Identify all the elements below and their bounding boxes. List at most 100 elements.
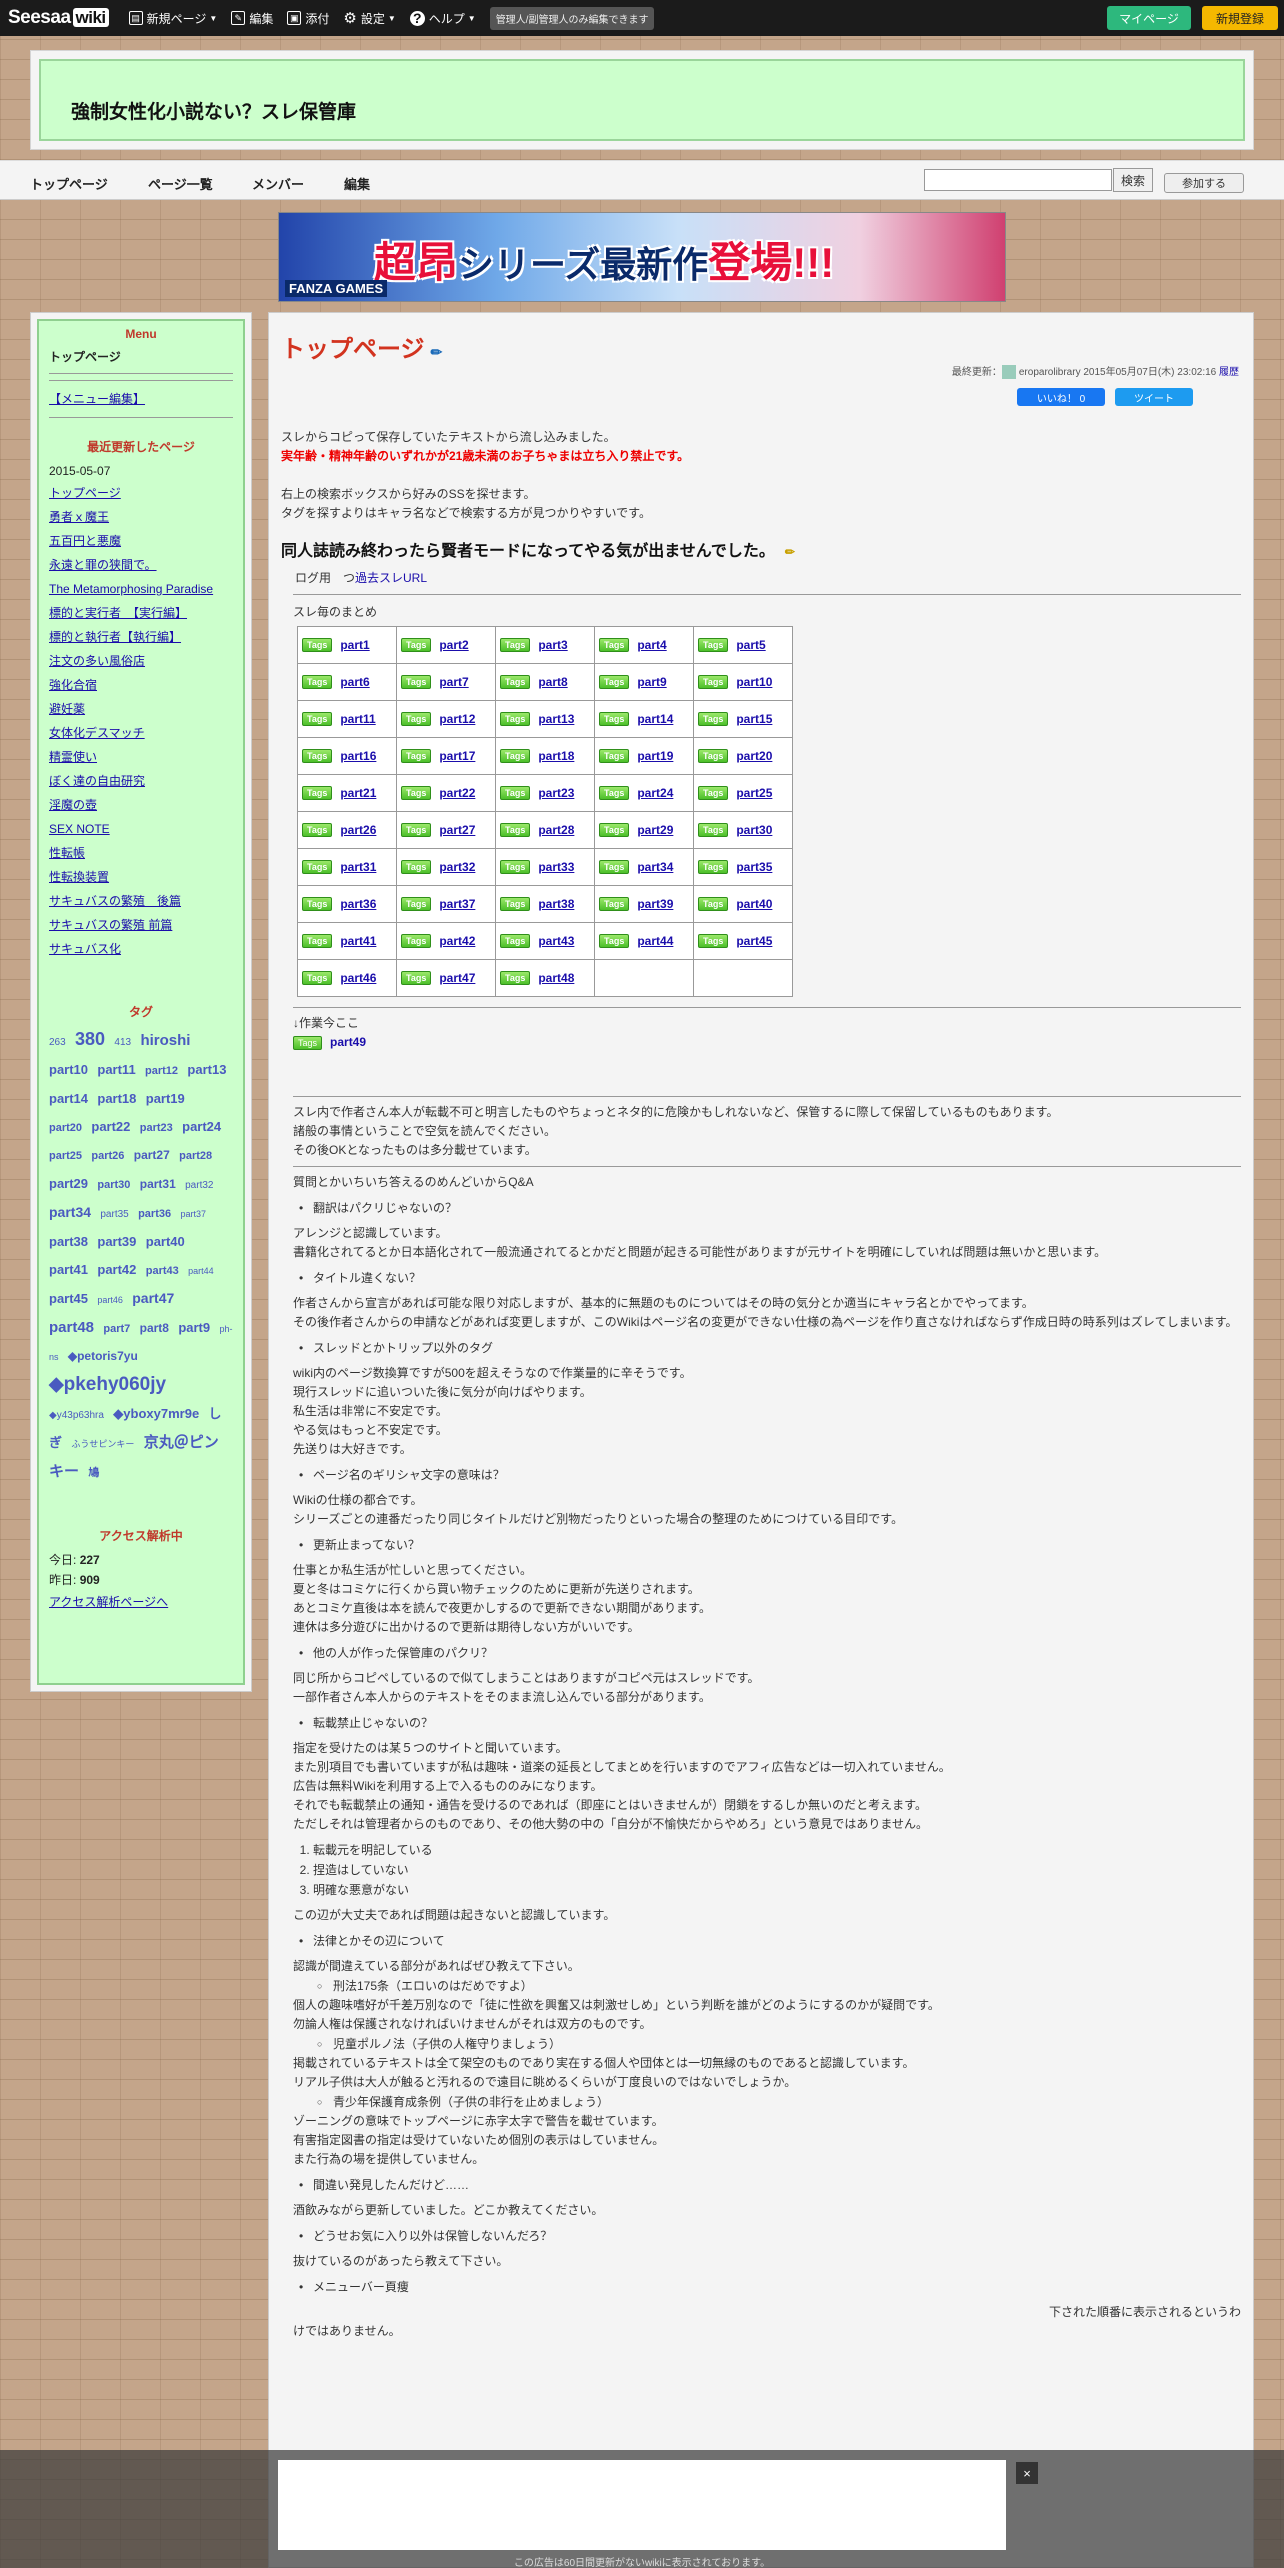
seesaa-wiki-logo[interactable]: Seesaa wiki [8,7,109,29]
recent-page-link[interactable]: 避妊薬 [49,697,233,721]
recent-page-link[interactable]: 標的と実行者 【実行編】 [49,601,233,625]
tags-button[interactable]: Tags [698,712,729,727]
tag-link[interactable]: part9 [178,1320,210,1335]
tags-button[interactable]: Tags [401,860,432,875]
recent-page-link[interactable]: 淫魔の壺 [49,793,233,817]
part-link[interactable]: part26 [340,823,376,837]
part-link[interactable]: part9 [637,675,666,689]
recent-page-link[interactable]: 性転換装置 [49,865,233,889]
part-link[interactable]: part3 [538,638,567,652]
tags-button[interactable]: Tags [293,1035,323,1050]
part-link[interactable]: part13 [538,712,574,726]
tags-button[interactable]: Tags [302,860,333,875]
tags-button[interactable]: Tags [500,823,531,838]
mypage-button[interactable]: マイページ [1107,6,1191,30]
tags-button[interactable]: Tags [698,786,729,801]
menu-top-page[interactable]: トップページ [49,347,233,367]
edit-pencil-icon[interactable]: ✏ [785,545,795,559]
tags-button[interactable]: Tags [401,934,432,949]
part-link[interactable]: part23 [538,786,574,800]
part-link[interactable]: part1 [340,638,369,652]
tag-link[interactable]: part36 [138,1208,171,1220]
edit-pencil-icon[interactable]: ✏ [431,344,443,360]
access-analysis-link[interactable]: アクセス解析ページへ [49,1590,233,1614]
part-link[interactable]: part10 [736,675,772,689]
part-link[interactable]: part45 [736,934,772,948]
tag-link[interactable]: 413 [114,1037,131,1048]
tags-button[interactable]: Tags [599,712,630,727]
recent-page-link[interactable]: The Metamorphosing Paradise [49,577,233,601]
tag-link[interactable]: part26 [91,1150,124,1162]
recent-page-link[interactable]: 女体化デスマッチ [49,721,233,745]
recent-page-link[interactable]: 注文の多い風俗店 [49,649,233,673]
tags-button[interactable]: Tags [302,971,333,986]
tags-button[interactable]: Tags [599,638,630,653]
tag-link[interactable]: ◆yboxy7mr9e [113,1406,199,1421]
part-link[interactable]: part33 [538,860,574,874]
tag-link[interactable]: part34 [49,1204,91,1220]
part-link[interactable]: part44 [637,934,673,948]
tweet-button[interactable]: ツイート [1115,388,1193,406]
recent-page-link[interactable]: 勇者ｘ魔王 [49,505,233,529]
nav-members[interactable]: メンバー [252,174,304,193]
tags-button[interactable]: Tags [401,675,432,690]
tag-link[interactable]: hiroshi [140,1032,190,1049]
tag-link[interactable]: part46 [97,1295,123,1305]
part-link[interactable]: part47 [439,971,475,985]
tags-button[interactable]: Tags [302,638,333,653]
tags-button[interactable]: Tags [500,971,531,986]
part-link[interactable]: part38 [538,897,574,911]
part-link[interactable]: part24 [637,786,673,800]
part-link[interactable]: part46 [340,971,376,985]
part-link[interactable]: part14 [637,712,673,726]
tag-link[interactable]: part43 [146,1265,179,1277]
part-link[interactable]: part19 [637,749,673,763]
tags-button[interactable]: Tags [302,675,333,690]
site-title[interactable]: 強制女性化小説ない？スレ保管庫 [71,97,356,124]
part-link[interactable]: part40 [736,897,772,911]
recent-page-link[interactable]: 標的と執行者【執行編】 [49,625,233,649]
part-link[interactable]: part25 [736,786,772,800]
join-button[interactable]: 参加する [1164,173,1244,193]
part-link[interactable]: part31 [340,860,376,874]
part-link[interactable]: part20 [736,749,772,763]
part-link[interactable]: part41 [340,934,376,948]
part-link[interactable]: part43 [538,934,574,948]
tags-button[interactable]: Tags [698,823,729,838]
recent-page-link[interactable]: サキュバスの繁殖 前篇 [49,913,233,937]
tag-link[interactable]: part11 [97,1062,135,1077]
attach-menu[interactable]: ▣ 添付 [287,10,329,27]
tag-link[interactable]: ◆petoris7yu [68,1349,138,1363]
recent-page-link[interactable]: サキュバス化 [49,937,233,961]
part-link[interactable]: part36 [340,897,376,911]
tags-button[interactable]: Tags [599,897,630,912]
search-input[interactable] [924,169,1112,191]
tag-link[interactable]: part20 [49,1122,82,1134]
tags-button[interactable]: Tags [599,934,630,949]
tags-button[interactable]: Tags [599,786,630,801]
tag-link[interactable]: part30 [97,1179,130,1191]
tag-link[interactable]: part7 [103,1323,130,1335]
tags-button[interactable]: Tags [698,897,729,912]
tag-link[interactable]: ◆pkehy060jy [49,1374,166,1395]
tags-button[interactable]: Tags [401,897,432,912]
tags-button[interactable]: Tags [500,860,531,875]
recent-page-link[interactable]: 五百円と悪魔 [49,529,233,553]
tags-button[interactable]: Tags [500,675,531,690]
tag-link[interactable]: ふうせピンキー [71,1439,134,1449]
tags-button[interactable]: Tags [401,712,432,727]
close-icon[interactable]: × [1016,2462,1038,2484]
tags-button[interactable]: Tags [302,786,333,801]
part-link[interactable]: part49 [330,1035,366,1049]
tag-link[interactable]: part27 [134,1148,170,1162]
part-link[interactable]: part16 [340,749,376,763]
edit-menu[interactable]: ✎ 編集 [231,10,273,27]
tags-button[interactable]: Tags [500,749,531,764]
tag-link[interactable]: part39 [97,1234,136,1249]
tags-button[interactable]: Tags [302,712,333,727]
part-link[interactable]: part8 [538,675,567,689]
part-link[interactable]: part37 [439,897,475,911]
tag-link[interactable]: part13 [187,1062,226,1077]
tags-button[interactable]: Tags [500,934,531,949]
tags-button[interactable]: Tags [401,823,432,838]
